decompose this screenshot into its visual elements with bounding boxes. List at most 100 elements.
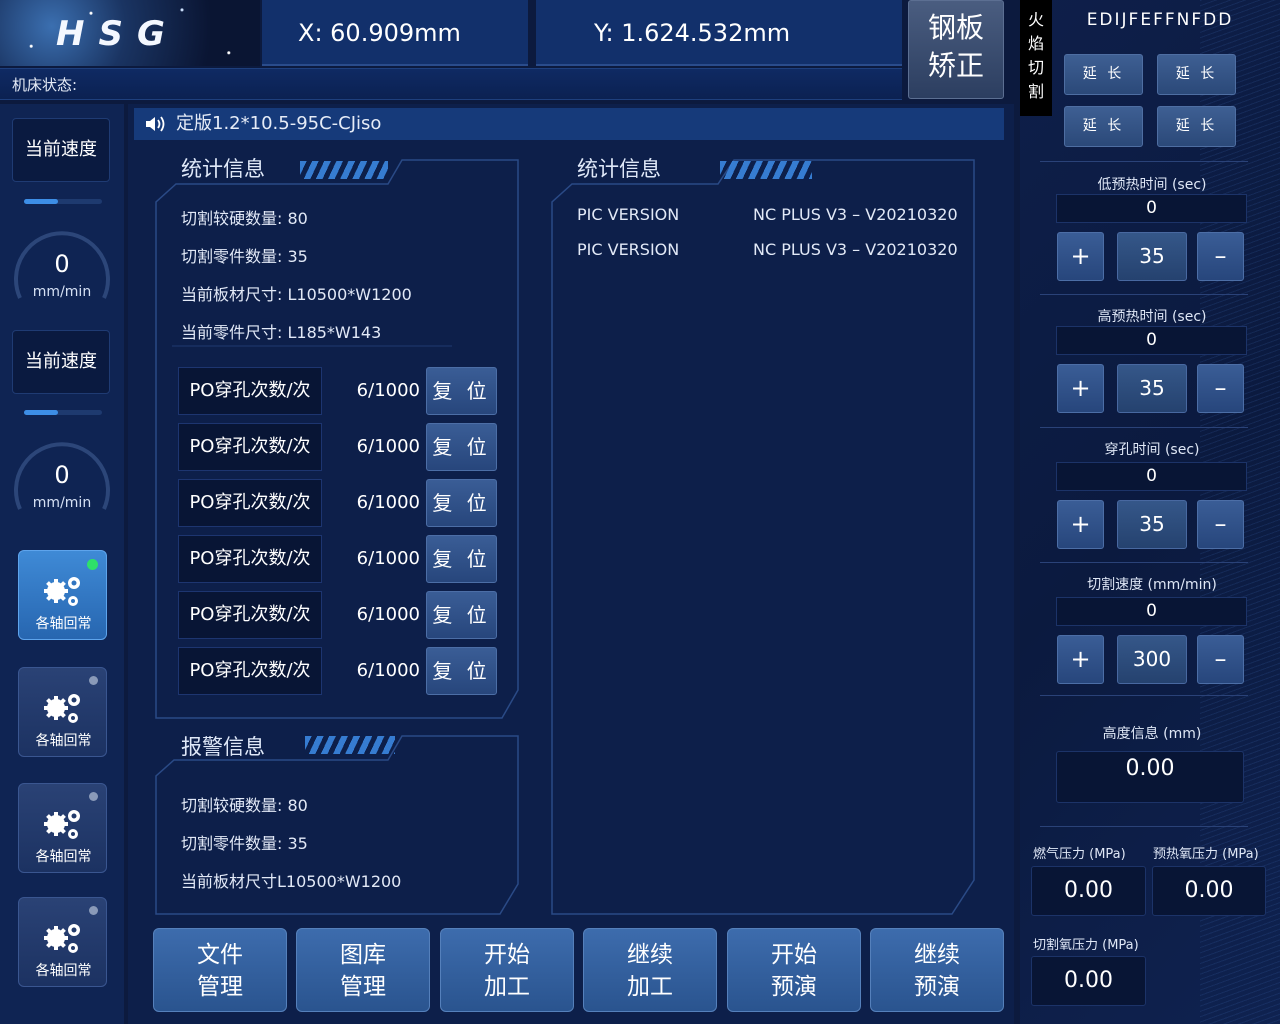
speed-value: 0 <box>54 250 70 278</box>
low-preheat-label: 低预热时间 (sec) <box>1097 177 1207 193</box>
button-line-1: 开始 <box>484 942 530 968</box>
decrement-button[interactable]: – <box>1197 364 1244 413</box>
increment-button[interactable]: + <box>1057 364 1104 413</box>
pierce-count-label: PO穿孔次数/次 <box>178 423 322 471</box>
tab-char: 割 <box>1027 82 1044 101</box>
button-line-1: 开始 <box>771 942 817 968</box>
speed-level-bar <box>24 199 102 204</box>
button-line-1: 图库 <box>340 942 386 968</box>
height-info-value: 0.00 <box>1056 751 1244 803</box>
home-all-axes-button[interactable]: 各轴回常 <box>18 667 107 757</box>
status-indicator-dot <box>87 559 98 570</box>
pierce-count-value: 6/1000 <box>356 548 420 569</box>
speed-level-fill <box>24 410 59 415</box>
reset-button[interactable]: 复 位 <box>426 367 497 415</box>
continue-preview-button[interactable]: 继续 预演 <box>870 928 1004 1012</box>
home-button-label: 各轴回常 <box>35 849 92 865</box>
continue-processing-button[interactable]: 继续 加工 <box>583 928 717 1012</box>
speed-gauge: 0 mm/min <box>8 431 116 529</box>
speed-value: 0 <box>54 461 70 489</box>
status-indicator-dot <box>89 676 98 685</box>
home-all-axes-button[interactable]: 各轴回常 <box>18 783 107 873</box>
current-speed-card: 当前速度 <box>12 118 110 182</box>
step-value[interactable]: 35 <box>1117 232 1187 281</box>
current-speed-card: 当前速度 <box>12 330 110 394</box>
extend-button[interactable]: 延 长 <box>1157 54 1236 95</box>
title-decoration <box>305 736 395 754</box>
pierce-count-label: PO穿孔次数/次 <box>178 535 322 583</box>
step-value[interactable]: 35 <box>1117 364 1187 413</box>
pierce-count-label: PO穿孔次数/次 <box>178 367 322 415</box>
speed-gauge: 0 mm/min <box>8 220 116 318</box>
pierce-count-value: 6/1000 <box>356 492 420 513</box>
button-line-1: 继续 <box>627 942 673 968</box>
cutting-oxygen-value: 0.00 <box>1031 956 1146 1006</box>
decrement-button[interactable]: – <box>1197 232 1244 281</box>
y-coordinate-readout: Y: 1.624.532mm <box>536 0 902 66</box>
reset-button[interactable]: 复 位 <box>426 535 497 583</box>
divider <box>1040 427 1248 428</box>
tab-char: 切 <box>1027 58 1044 77</box>
low-preheat-value[interactable]: 0 <box>1056 194 1247 223</box>
button-line-2: 预演 <box>914 974 960 1000</box>
alarm-line: 切割较硬数量: 80 <box>181 796 308 815</box>
preheat-oxygen-value: 0.00 <box>1152 866 1266 916</box>
decrement-button[interactable]: – <box>1197 635 1244 684</box>
decrement-button[interactable]: – <box>1197 500 1244 549</box>
step-value[interactable]: 35 <box>1117 500 1187 549</box>
divider <box>1040 294 1248 295</box>
extend-button[interactable]: 延 长 <box>1064 106 1143 147</box>
speed-level-bar <box>24 410 102 415</box>
reset-button[interactable]: 复 位 <box>426 591 497 639</box>
title-decoration <box>300 161 388 179</box>
reset-button[interactable]: 复 位 <box>426 647 497 695</box>
program-name-bar: 定版1.2*10.5-95C-CJiso <box>134 108 1004 140</box>
extend-button[interactable]: 延 长 <box>1157 106 1236 147</box>
extend-button[interactable]: 延 长 <box>1064 54 1143 95</box>
step-value[interactable]: 300 <box>1117 635 1187 684</box>
speed-level-fill <box>24 199 59 204</box>
cut-speed-value[interactable]: 0 <box>1056 597 1247 626</box>
home-button-label: 各轴回常 <box>35 616 92 632</box>
gears-icon <box>41 571 85 613</box>
pierce-time-label: 穿孔时间 (sec) <box>1104 442 1200 458</box>
stat-line: 切割零件数量: 35 <box>181 247 308 266</box>
start-preview-button[interactable]: 开始 预演 <box>727 928 861 1012</box>
stat-line: 切割较硬数量: 80 <box>181 209 308 228</box>
pierce-count-value: 6/1000 <box>356 604 420 625</box>
high-preheat-label: 高预热时间 (sec) <box>1097 309 1207 325</box>
stat-line: 当前板材尺寸: L10500*W1200 <box>181 285 412 304</box>
button-line-2: 加工 <box>484 974 530 1000</box>
increment-button[interactable]: + <box>1057 232 1104 281</box>
x-coordinate-readout: X: 60.909mm <box>262 0 528 66</box>
pierce-time-value[interactable]: 0 <box>1056 462 1247 491</box>
increment-button[interactable]: + <box>1057 635 1104 684</box>
reset-button[interactable]: 复 位 <box>426 423 497 471</box>
high-preheat-value[interactable]: 0 <box>1056 326 1247 355</box>
version-value: NC PLUS V3 – V20210320 <box>753 205 958 224</box>
library-management-button[interactable]: 图库 管理 <box>296 928 430 1012</box>
plate-correction-button[interactable]: 钢板 矫正 <box>908 0 1004 99</box>
home-button-label: 各轴回常 <box>35 733 92 749</box>
tab-char: 火 <box>1027 10 1044 29</box>
start-processing-button[interactable]: 开始 加工 <box>440 928 574 1012</box>
home-all-axes-button[interactable]: 各轴回常 <box>18 897 107 987</box>
stat-line: 当前零件尺寸: L185*W143 <box>181 323 382 342</box>
cut-speed-label: 切割速度 (mm/min) <box>1087 577 1217 593</box>
flame-cutting-tab[interactable]: 火 焰 切 割 <box>1020 0 1052 116</box>
plate-correction-label-2: 矫正 <box>927 49 984 82</box>
file-management-button[interactable]: 文件 管理 <box>153 928 287 1012</box>
home-all-axes-button[interactable]: 各轴回常 <box>18 550 107 640</box>
home-button-label: 各轴回常 <box>35 963 92 979</box>
button-line-2: 管理 <box>197 974 243 1000</box>
title-decoration <box>720 161 812 179</box>
button-line-2: 管理 <box>340 974 386 1000</box>
speaker-icon[interactable] <box>144 114 168 138</box>
gears-icon <box>41 804 85 846</box>
divider <box>1040 161 1248 162</box>
reset-button[interactable]: 复 位 <box>426 479 497 527</box>
tab-char: 焰 <box>1027 34 1044 53</box>
button-line-2: 加工 <box>627 974 673 1000</box>
increment-button[interactable]: + <box>1057 500 1104 549</box>
height-info-label: 高度信息 (mm) <box>1102 726 1202 742</box>
